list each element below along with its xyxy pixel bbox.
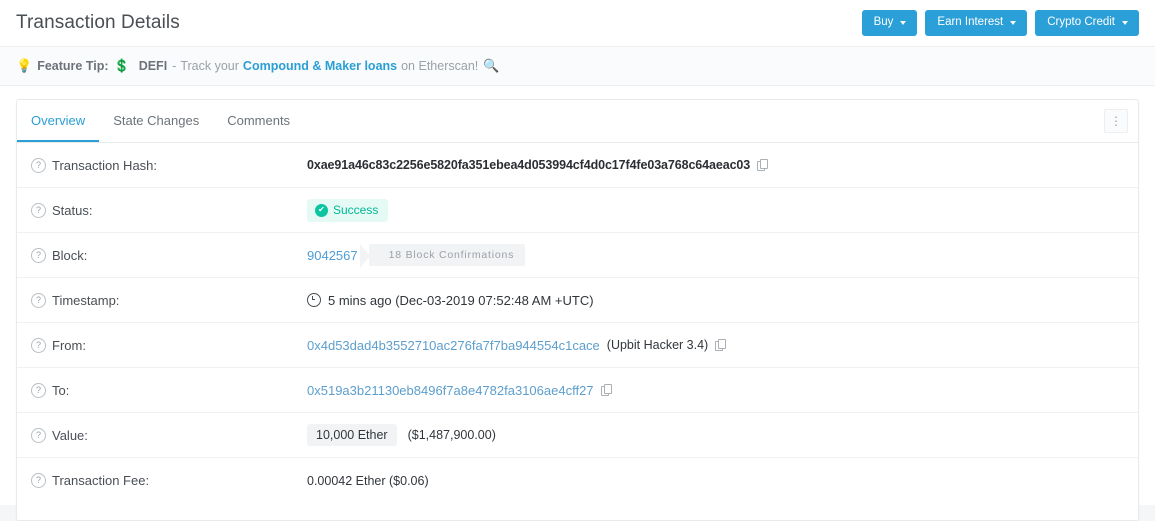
chevron-down-icon [1010,21,1017,25]
crypto-credit-button[interactable]: Crypto Credit [1035,10,1139,36]
row-label-transaction-fee: ? Transaction Fee: [31,473,307,488]
row-block: ? Block: 9042567 18 Block Confirmations [17,233,1138,278]
more-options-button[interactable]: ⋮ [1104,109,1128,133]
money-icon: 💲 [113,58,130,73]
block-number-link[interactable]: 9042567 [307,248,358,263]
timestamp-value: 5 mins ago (Dec-03-2019 07:52:48 AM +UTC… [328,292,594,308]
from-address-link[interactable]: 0x4d53dad4b3552710ac276fa7f7ba944554c1ca… [307,338,600,353]
tab-state-changes[interactable]: State Changes [99,100,213,142]
row-label-from: ? From: [31,337,307,353]
tab-bar: Overview State Changes Comments ⋮ [17,100,1138,143]
feature-tip-bar: 💡 Feature Tip: 💲 DEFI - Track your Compo… [0,46,1155,86]
row-value-status: ✔ Success [307,198,1124,222]
status-badge: ✔ Success [307,198,389,222]
earn-interest-button[interactable]: Earn Interest [925,10,1028,36]
transaction-fee-value: 0.00042 Ether ($0.06) [307,473,429,488]
transaction-details-page: Transaction Details Buy Earn Interest Cr… [0,0,1155,521]
tab-list: Overview State Changes Comments [17,100,304,142]
row-status: ? Status: ✔ Success [17,188,1138,233]
row-label-block: ? Block: [31,247,307,263]
row-transaction-hash: ? Transaction Hash: 0xae91a46c83c2256e58… [17,143,1138,188]
to-address-link[interactable]: 0x519a3b21130eb8496f7a8e4782fa3106ae4cff… [307,383,594,398]
buy-button[interactable]: Buy [861,10,918,36]
label-text: To: [52,382,70,398]
label-text: Transaction Hash: [52,157,158,173]
label-text: Transaction Fee: [52,473,150,488]
chevron-down-icon [900,21,907,25]
row-from: ? From: 0x4d53dad4b3552710ac276fa7f7ba94… [17,323,1138,368]
row-value-from: 0x4d53dad4b3552710ac276fa7f7ba944554c1ca… [307,338,1124,353]
clock-icon [307,293,321,307]
row-value-block: 9042567 18 Block Confirmations [307,244,1124,268]
help-icon[interactable]: ? [31,473,46,488]
label-text: From: [52,337,86,353]
label-text: Status: [52,202,93,218]
compound-maker-loans-link[interactable]: Compound & Maker loans [243,59,397,73]
help-icon[interactable]: ? [31,382,46,398]
help-icon[interactable]: ? [31,247,46,263]
row-value-to: 0x519a3b21130eb8496f7a8e4782fa3106ae4cff… [307,383,1124,398]
label-text: Block: [52,247,88,263]
row-label-transaction-hash: ? Transaction Hash: [31,157,307,173]
row-transaction-fee: ? Transaction Fee: 0.00042 Ether ($0.06) [17,458,1138,503]
tab-overview[interactable]: Overview [17,100,100,142]
detail-rows: ? Transaction Hash: 0xae91a46c83c2256e58… [17,143,1138,503]
row-to: ? To: 0x519a3b21130eb8496f7a8e4782fa3106… [17,368,1138,413]
row-label-to: ? To: [31,382,307,398]
tab-comments[interactable]: Comments [213,100,304,142]
from-address-note: (Upbit Hacker 3.4) [606,338,709,352]
crypto-credit-button-label: Crypto Credit [1047,16,1115,29]
row-value-amount: 10,000 Ether ($1,487,900.00) [307,423,1124,447]
row-value-timestamp: 5 mins ago (Dec-03-2019 07:52:48 AM +UTC… [307,293,1124,308]
status-text: Success [333,203,379,217]
help-icon[interactable]: ? [31,337,46,353]
overview-card: Overview State Changes Comments ⋮ ? Tran… [16,99,1139,521]
chevron-down-icon [1122,21,1128,25]
feature-tip-text-after: on Etherscan! [401,59,479,73]
help-icon[interactable]: ? [31,292,46,308]
feature-tip-text-before: Track your [180,59,239,73]
value-usd-text: ($1,487,900.00) [407,428,496,442]
check-circle-icon: ✔ [315,203,328,217]
feature-tip-defi: DEFI [138,59,168,73]
row-value-transaction-hash: 0xae91a46c83c2256e5820fa351ebea4d053994c… [307,158,1124,172]
page-header: Transaction Details Buy Earn Interest Cr… [0,0,1155,46]
row-value: ? Value: 10,000 Ether ($1,487,900.00) [17,413,1138,458]
feature-tip-label: Feature Tip: [37,59,109,73]
row-label-value: ? Value: [31,427,307,443]
help-icon[interactable]: ? [31,157,46,173]
header-actions: Buy Earn Interest Crypto Credit [861,10,1139,36]
page-title: Transaction Details [16,12,180,33]
earn-interest-button-label: Earn Interest [937,16,1004,29]
row-label-status: ? Status: [31,202,307,218]
light-bulb-icon: 💡 [16,58,33,73]
row-value-transaction-fee: 0.00042 Ether ($0.06) [307,474,1124,488]
buy-button-label: Buy [873,16,894,29]
copy-icon[interactable] [715,339,727,351]
search-icon: 🔍 [483,58,500,73]
help-icon[interactable]: ? [31,427,46,443]
help-icon[interactable]: ? [31,202,46,218]
label-text: Value: [52,427,88,443]
copy-icon[interactable] [600,384,612,396]
label-text: Timestamp: [52,292,120,308]
feature-tip-dash: - [172,59,177,73]
copy-icon[interactable] [757,159,769,171]
row-timestamp: ? Timestamp: 5 mins ago (Dec-03-2019 07:… [17,278,1138,323]
block-confirmations-badge: 18 Block Confirmations [359,244,526,268]
row-label-timestamp: ? Timestamp: [31,292,307,308]
transaction-hash-value: 0xae91a46c83c2256e5820fa351ebea4d053994c… [307,158,751,172]
value-amount-pill: 10,000 Ether [307,423,397,447]
